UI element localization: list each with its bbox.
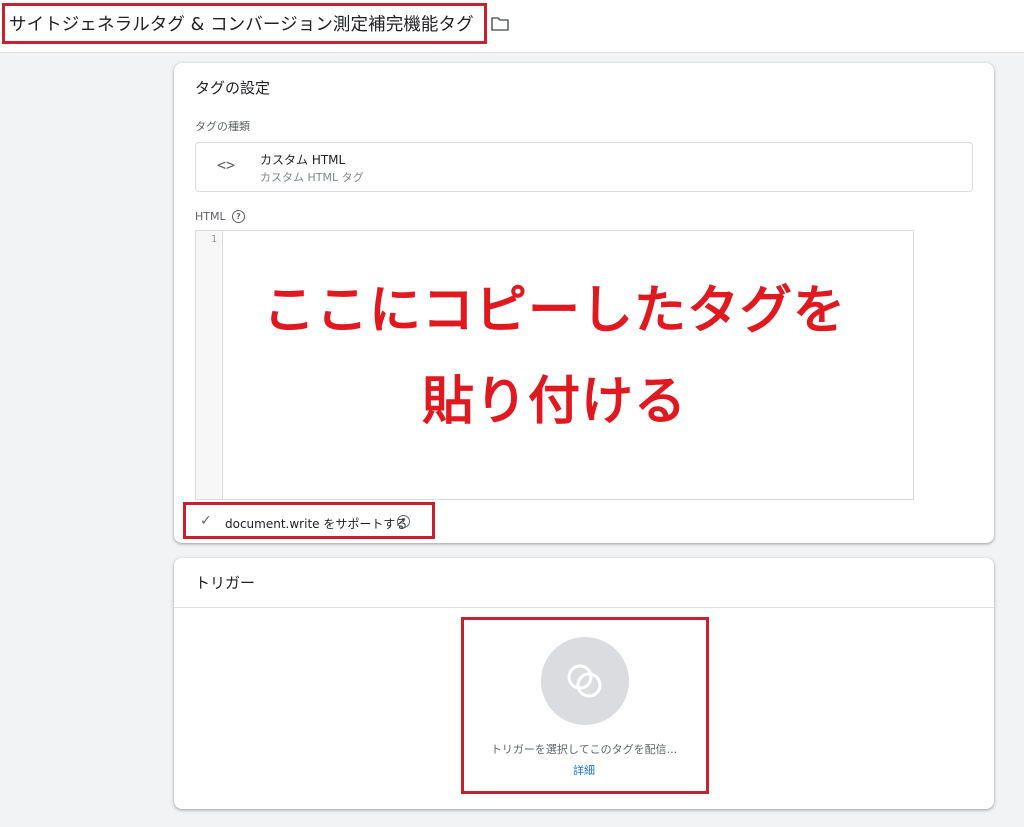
trigger-card-header: トリガー [174,558,994,608]
tag-type-label: タグの種類 [195,120,250,133]
details-link[interactable]: 詳細 [174,762,994,778]
tag-type-name: カスタム HTML [260,153,346,167]
tag-name-title[interactable]: サイトジェネラルタグ & コンバージョン測定補完機能タグ [9,11,474,36]
document-write-help-icon[interactable]: ? [397,515,410,528]
trigger-select-button[interactable] [541,637,629,725]
tag-type-selector[interactable]: <> カスタム HTML カスタム HTML タグ [195,142,973,192]
annotation-paste-instruction-line1: ここにコピーしたタグを [262,281,846,341]
checkmark-icon: ✓ [200,513,212,529]
html-code-editor[interactable]: 1 ここにコピーしたタグを 貼り付ける [195,230,914,500]
tag-type-description: カスタム HTML タグ [260,171,364,184]
html-help-icon[interactable]: ? [232,210,245,223]
trigger-overlap-circles-icon [567,664,602,698]
folder-icon[interactable] [490,15,510,33]
tag-config-title: タグの設定 [195,79,271,97]
trigger-title: トリガー [195,574,256,592]
trigger-card: トリガー トリガーを選択してこのタグを配信... 詳細 [174,558,994,809]
trigger-prompt-text: トリガーを選択してこのタグを配信... [490,743,678,756]
line-number: 1 [210,234,217,245]
html-label: HTML [195,210,226,223]
code-brackets-icon: <> [217,156,236,174]
annotation-paste-instruction-line2: 貼り付ける [421,372,687,432]
editor-gutter: 1 [196,231,223,499]
tag-header: サイトジェネラルタグ & コンバージョン測定補完機能タグ [0,0,1024,53]
document-write-label: document.write をサポートする [225,517,408,531]
tag-config-card: タグの設定 タグの種類 <> カスタム HTML カスタム HTML タグ HT… [174,63,994,543]
